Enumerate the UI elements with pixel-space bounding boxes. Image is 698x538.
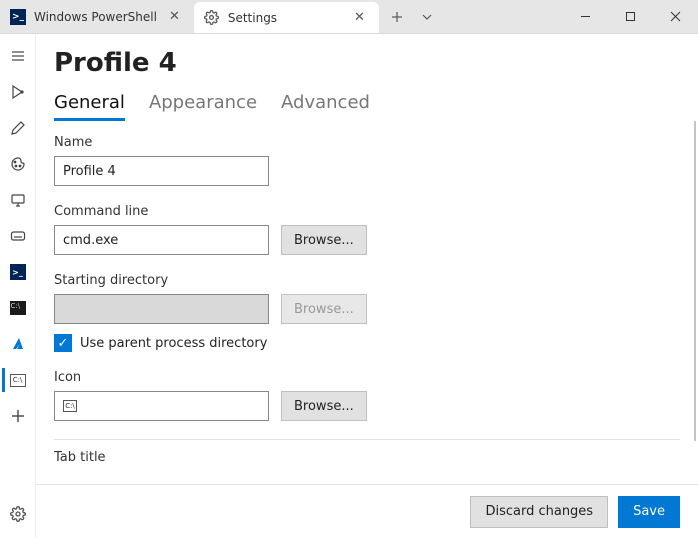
tab-powershell[interactable]: >_ Windows PowerShell ✕ (0, 0, 194, 33)
sidebar-item-actions[interactable] (2, 220, 34, 252)
titlebar: >_ Windows PowerShell ✕ Settings ✕ (0, 0, 698, 34)
powershell-icon: >_ (10, 264, 26, 280)
close-icon[interactable]: ✕ (165, 7, 184, 26)
sidebar-item-colorschemes[interactable] (2, 148, 34, 180)
icon-input[interactable]: C:\ (54, 391, 269, 421)
window-controls (563, 0, 698, 33)
commandline-browse-button[interactable]: Browse... (281, 225, 367, 255)
discard-button[interactable]: Discard changes (470, 496, 608, 528)
add-profile-button[interactable] (2, 400, 34, 432)
gear-icon (204, 10, 220, 26)
scrollbar-thumb[interactable] (694, 121, 696, 441)
icon-browse-button[interactable]: Browse... (281, 391, 367, 421)
commandline-input[interactable] (54, 225, 269, 255)
footer: Discard changes Save (36, 484, 698, 538)
icon-label: Icon (54, 370, 680, 385)
field-icon: Icon C:\ Browse... (54, 370, 680, 421)
sidebar-item-profile-azure[interactable] (2, 328, 34, 360)
sidebar: >_ C:\ C:\ (0, 34, 36, 538)
tab-label: Windows PowerShell (34, 10, 157, 24)
startingdir-label: Starting directory (54, 273, 680, 288)
field-commandline: Command line Browse... (54, 204, 680, 255)
close-icon[interactable]: ✕ (350, 8, 369, 27)
tab-label: Settings (228, 11, 277, 25)
cmd-icon: C:\ (10, 301, 26, 315)
use-parent-dir-row[interactable]: ✓ Use parent process directory (54, 334, 680, 352)
generic-profile-icon: C:\ (63, 400, 77, 412)
sidebar-item-rendering[interactable] (2, 184, 34, 216)
name-label: Name (54, 135, 680, 150)
tab-dropdown-button[interactable] (413, 0, 441, 33)
subtab-appearance[interactable]: Appearance (149, 86, 257, 121)
sidebar-item-profile-4[interactable]: C:\ (2, 364, 34, 396)
field-startingdir: Starting directory Browse... ✓ Use paren… (54, 273, 680, 352)
sidebar-item-appearance[interactable] (2, 112, 34, 144)
settings-gear-button[interactable] (2, 498, 34, 530)
new-tab-button[interactable] (383, 0, 411, 33)
commandline-label: Command line (54, 204, 680, 219)
hamburger-button[interactable] (2, 40, 34, 72)
tab-settings[interactable]: Settings ✕ (194, 2, 379, 33)
use-parent-dir-label: Use parent process directory (80, 336, 267, 351)
save-button[interactable]: Save (618, 496, 680, 528)
field-name: Name (54, 135, 680, 186)
form-area: Name Command line Browse... Starting dir… (36, 121, 698, 484)
field-tabtitle: Tab title (54, 450, 680, 465)
minimize-button[interactable] (563, 0, 608, 33)
tabtitle-label: Tab title (54, 450, 680, 465)
divider (54, 439, 680, 440)
main-content: Profile 4 General Appearance Advanced Na… (36, 34, 698, 538)
name-input[interactable] (54, 156, 269, 186)
sidebar-item-profile-cmd[interactable]: C:\ (2, 292, 34, 324)
page-title: Profile 4 (36, 34, 698, 86)
maximize-button[interactable] (608, 0, 653, 33)
sidebar-item-defaults[interactable] (2, 76, 34, 108)
subtab-advanced[interactable]: Advanced (281, 86, 370, 121)
generic-profile-icon: C:\ (10, 374, 26, 387)
subtabs: General Appearance Advanced (36, 86, 698, 121)
close-window-button[interactable] (653, 0, 698, 33)
powershell-icon: >_ (10, 9, 26, 25)
startingdir-browse-button: Browse... (281, 294, 367, 324)
subtab-general[interactable]: General (54, 86, 125, 121)
sidebar-item-profile-powershell[interactable]: >_ (2, 256, 34, 288)
startingdir-input (54, 294, 269, 324)
checkbox-checked-icon[interactable]: ✓ (54, 334, 72, 352)
titlebar-actions (383, 0, 441, 33)
